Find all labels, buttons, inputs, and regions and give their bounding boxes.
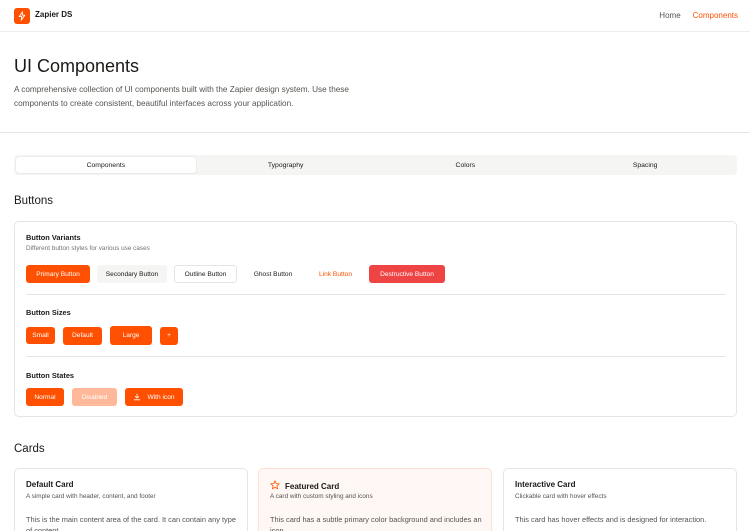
- button-sizes-title: Button Sizes: [26, 308, 71, 317]
- divider: [26, 356, 726, 357]
- with-icon-button[interactable]: With icon: [125, 388, 183, 406]
- tab-typography[interactable]: Typography: [196, 157, 376, 173]
- card-body: This card has a subtle primary color bac…: [270, 515, 482, 531]
- card-subtitle: A simple card with header, content, and …: [26, 493, 156, 500]
- card-title: Interactive Card: [515, 480, 576, 489]
- secondary-button[interactable]: Secondary Button: [97, 265, 167, 283]
- normal-button[interactable]: Normal: [26, 388, 64, 406]
- large-button[interactable]: Large: [110, 326, 152, 345]
- cards-section-title: Cards: [14, 443, 45, 455]
- featured-card: Featured Card A card with custom styling…: [258, 468, 492, 531]
- disabled-button: Disabled: [72, 388, 117, 406]
- lightning-icon[interactable]: [14, 8, 30, 24]
- card-body: This is the main content area of the car…: [26, 515, 236, 531]
- card-title: Featured Card: [285, 481, 340, 491]
- button-variants-subtitle: Different button styles for various use …: [26, 245, 150, 252]
- icon-button[interactable]: +: [160, 326, 178, 345]
- tab-components[interactable]: Components: [16, 157, 196, 173]
- destructive-button[interactable]: Destructive Button: [369, 265, 445, 283]
- default-card: Default Card A simple card with header, …: [14, 468, 248, 531]
- buttons-panel: Button Variants Different button styles …: [14, 221, 737, 417]
- nav-home-link[interactable]: Home: [659, 11, 680, 20]
- page-description: A comprehensive collection of UI compone…: [14, 85, 349, 108]
- top-navigation-bar: Zapier DS Home Components: [0, 0, 750, 32]
- star-icon: [270, 480, 280, 492]
- card-subtitle: Clickable card with hover effects: [515, 493, 607, 500]
- divider: [26, 294, 726, 295]
- card-title: Default Card: [26, 480, 74, 489]
- tab-spacing[interactable]: Spacing: [555, 157, 735, 173]
- card-title-row: Featured Card: [270, 480, 339, 492]
- page-title: UI Components: [14, 56, 140, 76]
- nav-components-link[interactable]: Components: [693, 11, 738, 20]
- link-button[interactable]: Link Button: [309, 265, 362, 283]
- primary-button[interactable]: Primary Button: [26, 265, 90, 283]
- card-subtitle: A card with custom styling and icons: [270, 493, 373, 500]
- default-button[interactable]: Default: [63, 326, 102, 345]
- button-variants-title: Button Variants: [26, 233, 81, 242]
- main-nav: Home Components: [659, 11, 738, 20]
- brand-name[interactable]: Zapier DS: [35, 10, 72, 19]
- with-icon-button-label: With icon: [147, 393, 175, 401]
- divider: [0, 132, 750, 133]
- small-button[interactable]: Small: [26, 327, 55, 344]
- buttons-section-title: Buttons: [14, 195, 53, 207]
- tab-colors[interactable]: Colors: [376, 157, 556, 173]
- outline-button[interactable]: Outline Button: [174, 265, 237, 283]
- ghost-button[interactable]: Ghost Button: [244, 265, 302, 283]
- tab-list: Components Typography Colors Spacing: [14, 155, 737, 175]
- button-variants-row: Primary Button Secondary Button Outline …: [26, 265, 445, 283]
- interactive-card[interactable]: Interactive Card Clickable card with hov…: [503, 468, 737, 531]
- button-states-row: Normal Disabled With icon: [26, 388, 183, 406]
- button-states-title: Button States: [26, 371, 75, 380]
- button-sizes-row: Small Default Large +: [26, 326, 178, 345]
- download-icon: [133, 393, 141, 401]
- card-body: This card has hover effects and is desig…: [515, 515, 707, 524]
